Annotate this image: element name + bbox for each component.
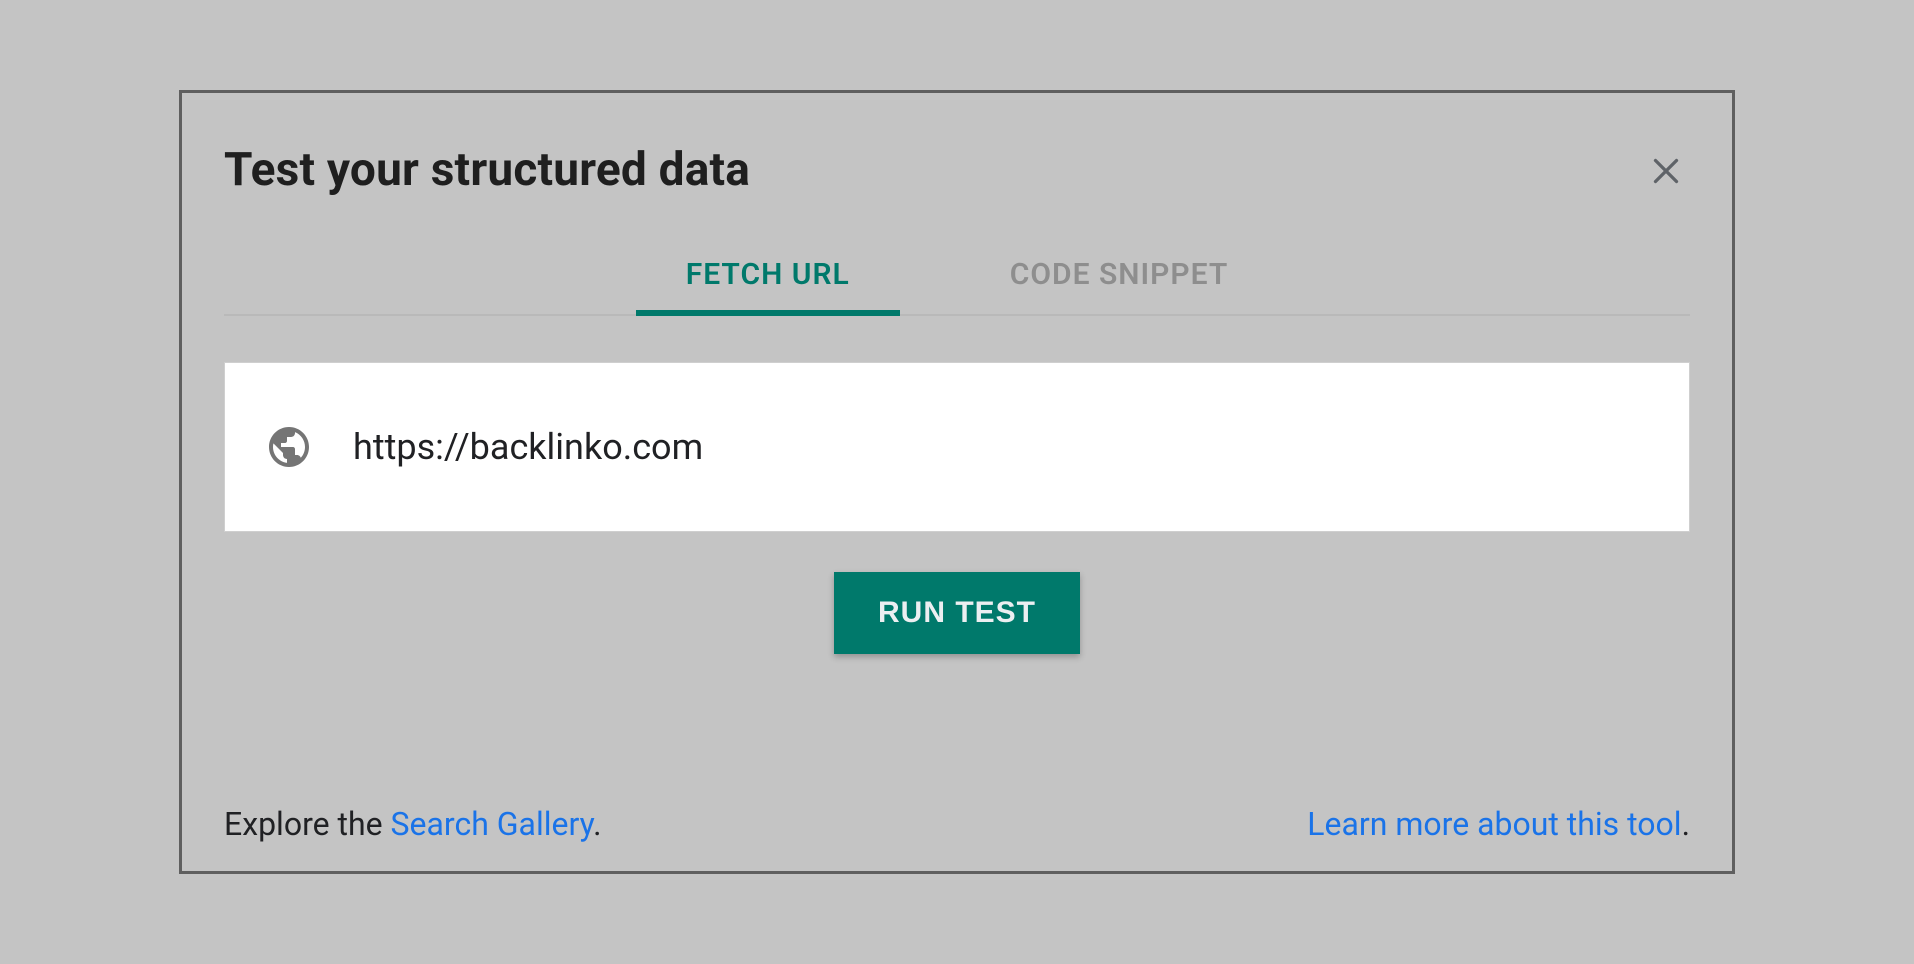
tabs: FETCH URL CODE SNIPPET bbox=[224, 257, 1690, 316]
header-row: Test your structured data bbox=[224, 143, 1690, 197]
close-button[interactable] bbox=[1642, 149, 1690, 197]
search-gallery-link[interactable]: Search Gallery bbox=[391, 805, 594, 843]
footer: Explore the Search Gallery. Learn more a… bbox=[224, 805, 1690, 843]
explore-prefix: Explore the bbox=[224, 805, 391, 843]
footer-right: Learn more about this tool. bbox=[1307, 805, 1690, 843]
dialog-title: Test your structured data bbox=[224, 143, 750, 197]
url-input-box bbox=[224, 362, 1690, 532]
explore-suffix: . bbox=[593, 805, 601, 843]
tab-code-snippet[interactable]: CODE SNIPPET bbox=[990, 257, 1249, 314]
footer-left: Explore the Search Gallery. bbox=[224, 805, 602, 843]
run-test-button[interactable]: RUN TEST bbox=[834, 572, 1080, 654]
url-input[interactable] bbox=[353, 426, 1649, 468]
structured-data-dialog: Test your structured data FETCH URL CODE… bbox=[179, 90, 1735, 874]
tab-fetch-url[interactable]: FETCH URL bbox=[666, 257, 870, 314]
learn-suffix: . bbox=[1682, 805, 1690, 843]
close-icon bbox=[1648, 153, 1684, 193]
learn-more-link[interactable]: Learn more about this tool bbox=[1307, 805, 1681, 843]
globe-icon bbox=[265, 423, 313, 471]
run-row: RUN TEST bbox=[224, 572, 1690, 654]
